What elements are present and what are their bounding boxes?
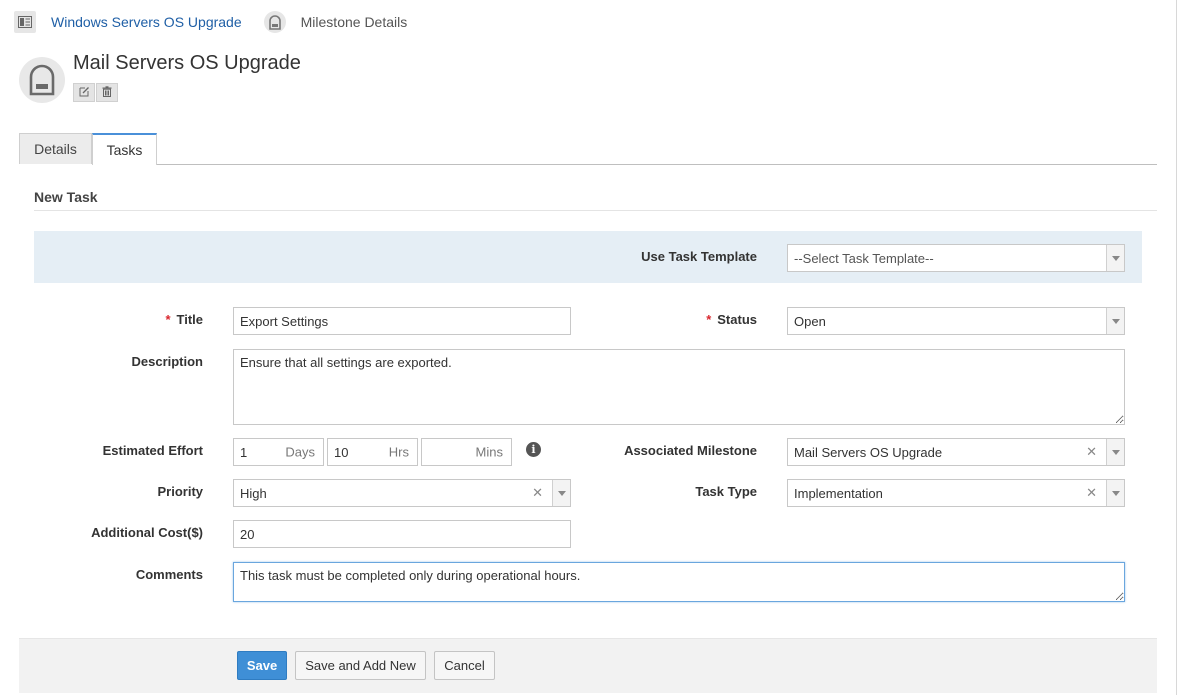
clear-icon[interactable]: ✕ — [532, 485, 543, 501]
title-actions — [73, 83, 118, 102]
task-template-value: --Select Task Template-- — [794, 250, 934, 266]
section-title: New Task — [34, 189, 98, 205]
cost-label: Additional Cost($) — [91, 525, 203, 540]
status-value: Open — [794, 313, 826, 329]
effort-days-value: 1 — [240, 444, 248, 460]
title-input[interactable] — [233, 307, 571, 335]
chevron-down-icon[interactable] — [1106, 439, 1124, 465]
description-label: Description — [131, 354, 203, 369]
required-mark: * — [706, 312, 712, 327]
section-divider — [34, 210, 1157, 211]
mins-unit: Mins — [475, 444, 503, 460]
chevron-down-icon[interactable] — [1106, 245, 1124, 271]
effort-days-field[interactable]: 1 Days — [233, 438, 324, 466]
milestone-label: Associated Milestone — [624, 443, 757, 458]
edit-icon — [79, 85, 90, 100]
content-right-border — [1176, 0, 1177, 695]
task-type-label: Task Type — [695, 484, 757, 499]
status-select[interactable]: Open — [787, 307, 1125, 335]
task-type-select[interactable]: Implementation ✕ — [787, 479, 1125, 507]
task-type-value: Implementation — [794, 485, 883, 501]
hrs-unit: Hrs — [388, 444, 409, 460]
delete-button[interactable] — [96, 83, 118, 102]
status-label-text: Status — [717, 312, 757, 327]
effort-mins-field[interactable]: Mins — [421, 438, 512, 466]
status-label: * Status — [560, 312, 757, 327]
tab-divider — [157, 164, 1157, 165]
milestone-select[interactable]: Mail Servers OS Upgrade ✕ — [787, 438, 1125, 466]
breadcrumb-current: Milestone Details — [300, 14, 408, 30]
milestone-icon — [263, 11, 286, 33]
days-unit: Days — [285, 444, 315, 460]
chevron-down-icon[interactable] — [1106, 308, 1124, 334]
tab-details[interactable]: Details — [19, 133, 92, 164]
effort-hrs-value: 10 — [334, 444, 349, 460]
title-label-text: Title — [176, 312, 204, 327]
clear-icon[interactable]: ✕ — [1086, 444, 1097, 460]
info-icon[interactable]: i — [526, 442, 541, 457]
description-textarea[interactable]: Ensure that all settings are exported. — [233, 349, 1125, 425]
clear-icon[interactable]: ✕ — [1086, 485, 1097, 501]
cancel-button[interactable]: Cancel — [434, 651, 495, 680]
save-and-add-new-button[interactable]: Save and Add New — [295, 651, 426, 680]
chevron-down-icon[interactable] — [1106, 480, 1124, 506]
save-button[interactable]: Save — [237, 651, 287, 680]
template-label: Use Task Template — [641, 249, 757, 264]
priority-value: High — [240, 485, 267, 501]
breadcrumb-project-link[interactable]: Windows Servers OS Upgrade — [51, 14, 242, 30]
project-icon — [14, 11, 36, 33]
comments-textarea[interactable]: This task must be completed only during … — [233, 562, 1125, 602]
effort-label: Estimated Effort — [102, 443, 203, 458]
tabs: Details Tasks — [19, 133, 157, 165]
milestone-large-icon — [19, 57, 65, 103]
form-footer — [19, 638, 1157, 693]
required-mark: * — [165, 312, 171, 327]
comments-label: Comments — [135, 567, 203, 582]
title-label: * Title — [40, 312, 203, 327]
page-title: Mail Servers OS Upgrade — [73, 52, 301, 74]
tab-tasks[interactable]: Tasks — [92, 133, 157, 165]
effort-hrs-field[interactable]: 10 Hrs — [327, 438, 418, 466]
edit-button[interactable] — [73, 83, 95, 102]
priority-label: Priority — [157, 484, 203, 499]
priority-select[interactable]: High ✕ — [233, 479, 571, 507]
milestone-value: Mail Servers OS Upgrade — [794, 444, 943, 460]
task-template-select[interactable]: --Select Task Template-- — [787, 244, 1125, 272]
trash-icon — [102, 85, 112, 100]
breadcrumb: Windows Servers OS Upgrade Milestone Det… — [14, 10, 407, 34]
cost-input[interactable] — [233, 520, 571, 548]
